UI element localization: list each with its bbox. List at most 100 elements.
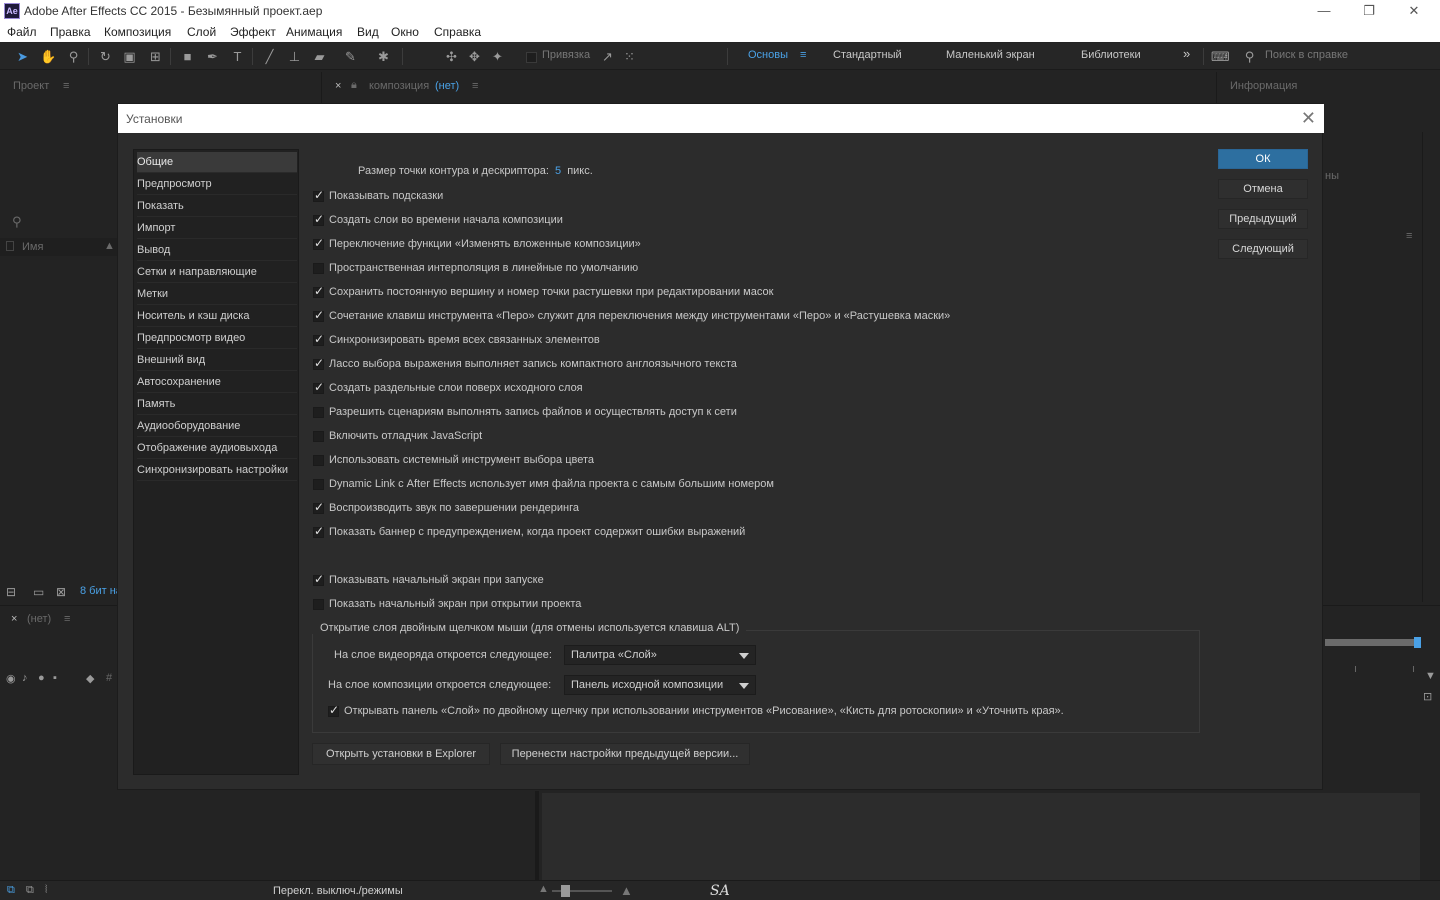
- zoom-in-icon[interactable]: ▲: [620, 883, 633, 898]
- solo-icon[interactable]: ●: [38, 672, 45, 684]
- interpret-footage-icon[interactable]: ⊟: [6, 585, 16, 599]
- world-axis-icon[interactable]: ✥: [467, 49, 482, 64]
- option-row[interactable]: Синхронизировать время всех связанных эл…: [313, 332, 1193, 352]
- category-item[interactable]: Память: [137, 394, 297, 415]
- close-timeline-tab-icon[interactable]: ×: [11, 613, 17, 625]
- option-checkbox[interactable]: [313, 263, 324, 274]
- time-navigator-end-handle[interactable]: [1414, 637, 1421, 648]
- open-prefs-explorer-button[interactable]: Открыть установки в Explorer: [312, 743, 490, 765]
- option-row[interactable]: Лассо выбора выражения выполняет запись …: [313, 356, 1193, 376]
- previous-button[interactable]: Предыдущий: [1218, 209, 1308, 229]
- category-item[interactable]: Общие: [137, 152, 297, 173]
- label-tag-icon[interactable]: ◆: [86, 672, 94, 685]
- option-row[interactable]: Создать раздельные слои поверх исходного…: [313, 380, 1193, 400]
- option-checkbox[interactable]: [313, 500, 324, 514]
- sort-asc-icon[interactable]: ▲: [104, 240, 115, 252]
- minimize-button[interactable]: —: [1310, 2, 1338, 20]
- option-row[interactable]: Показать начальный экран при открытии пр…: [313, 596, 1193, 616]
- menu-animation[interactable]: Анимация: [286, 25, 342, 39]
- name-column-header[interactable]: Имя: [22, 241, 43, 253]
- project-panel-menu-icon[interactable]: ≡: [63, 80, 69, 92]
- option-checkbox[interactable]: [313, 479, 324, 490]
- option-row[interactable]: Показать баннер с предупреждением, когда…: [313, 524, 1193, 544]
- option-checkbox[interactable]: [313, 356, 324, 370]
- close-comp-tab-icon[interactable]: ×: [335, 80, 341, 92]
- menu-composition[interactable]: Композиция: [104, 25, 171, 39]
- comp-panel-menu-icon[interactable]: ≡: [472, 80, 478, 92]
- category-item[interactable]: Отображение аудиовыхода: [137, 438, 297, 459]
- workspace-essentials[interactable]: Основы: [748, 49, 788, 61]
- menu-edit[interactable]: Правка: [50, 25, 91, 39]
- text-tool-icon[interactable]: T: [230, 49, 245, 64]
- composition-tab-label[interactable]: композиция: [369, 80, 429, 92]
- option-checkbox[interactable]: [313, 188, 324, 202]
- option-row[interactable]: Воспроизводить звук по завершении рендер…: [313, 500, 1193, 520]
- option-row[interactable]: Сочетание клавиш инструмента «Перо» служ…: [313, 308, 1193, 328]
- category-item[interactable]: Показать: [137, 196, 297, 217]
- time-navigator-bar[interactable]: [1325, 639, 1418, 646]
- eraser-tool-icon[interactable]: ▰: [312, 49, 327, 64]
- option-checkbox[interactable]: [313, 572, 324, 586]
- option-row[interactable]: Разрешить сценариям выполнять запись фай…: [313, 404, 1193, 424]
- option-row[interactable]: Создать слои во времени начала композици…: [313, 212, 1193, 232]
- bit-depth-label[interactable]: 8 бит на: [80, 585, 122, 597]
- workspace-menu-icon[interactable]: ≡: [800, 49, 806, 61]
- workspace-standard[interactable]: Стандартный: [833, 49, 902, 61]
- snap-checkbox[interactable]: [526, 52, 537, 63]
- rectangle-tool-icon[interactable]: ■: [180, 49, 195, 64]
- keyboard-icon[interactable]: ⌨: [1211, 49, 1230, 64]
- option-row[interactable]: Переключение функции «Изменять вложенные…: [313, 236, 1193, 256]
- option-checkbox[interactable]: [313, 284, 324, 298]
- video-layer-select[interactable]: Палитра «Слой»: [564, 645, 756, 665]
- zoom-tool-icon[interactable]: ⚲: [66, 49, 81, 64]
- menu-effect[interactable]: Эффект: [230, 25, 276, 39]
- right-panel-menu-icon[interactable]: ≡: [1406, 230, 1412, 242]
- category-item[interactable]: Носитель и кэш диска: [137, 306, 297, 327]
- option-checkbox[interactable]: [313, 599, 324, 610]
- rotation-tool-icon[interactable]: ↻: [98, 49, 113, 64]
- snap-options-icon[interactable]: ↗: [600, 49, 615, 64]
- paint-tools-option[interactable]: Открывать панель «Слой» по двойному щелч…: [328, 703, 1188, 723]
- toggle-switches-modes[interactable]: Перекл. выключ./режимы: [273, 885, 403, 897]
- menu-view[interactable]: Вид: [357, 25, 379, 39]
- in-out-icon[interactable]: ⦚: [45, 884, 47, 897]
- project-panel-title[interactable]: Проект: [13, 80, 49, 92]
- category-item[interactable]: Предпросмотр видео: [137, 328, 297, 349]
- roto-brush-tool-icon[interactable]: ✎: [343, 49, 358, 64]
- category-item[interactable]: Сетки и направляющие: [137, 262, 297, 283]
- help-search-input[interactable]: Поиск в справке: [1265, 49, 1348, 61]
- option-checkbox[interactable]: [313, 455, 324, 466]
- option-row[interactable]: Использовать системный инструмент выбора…: [313, 452, 1193, 472]
- layer-switches-icon[interactable]: ⧉: [7, 884, 15, 897]
- category-item[interactable]: Метки: [137, 284, 297, 305]
- category-item[interactable]: Вывод: [137, 240, 297, 261]
- menu-layer[interactable]: Слой: [187, 25, 216, 39]
- paint-tools-checkbox[interactable]: [328, 703, 339, 717]
- snap-grid-icon[interactable]: ⁙: [622, 49, 637, 64]
- category-item[interactable]: Синхронизировать настройки: [137, 460, 297, 481]
- workspace-small-screen[interactable]: Маленький экран: [946, 49, 1035, 61]
- close-dialog-icon[interactable]: ✕: [1301, 108, 1316, 129]
- next-button[interactable]: Следующий: [1218, 239, 1308, 259]
- option-checkbox[interactable]: [313, 407, 324, 418]
- option-row[interactable]: Показывать начальный экран при запуске: [313, 572, 1193, 592]
- info-panel-title[interactable]: Информация: [1230, 80, 1297, 92]
- option-checkbox[interactable]: [313, 212, 324, 226]
- option-row[interactable]: Сохранить постоянную вершину и номер точ…: [313, 284, 1193, 304]
- local-axis-icon[interactable]: ✣: [444, 49, 459, 64]
- option-checkbox[interactable]: [313, 308, 324, 322]
- option-checkbox[interactable]: [313, 380, 324, 394]
- menu-help[interactable]: Справка: [434, 25, 481, 39]
- puppet-pin-tool-icon[interactable]: ✱: [376, 49, 391, 64]
- zoom-out-icon[interactable]: ▲: [538, 883, 549, 895]
- restore-button[interactable]: ❐: [1355, 2, 1383, 20]
- audio-icon[interactable]: ♪: [22, 672, 28, 684]
- category-item[interactable]: Импорт: [137, 218, 297, 239]
- menu-window[interactable]: Окно: [391, 25, 419, 39]
- project-search-icon[interactable]: ⚲: [12, 214, 22, 230]
- migrate-settings-button[interactable]: Перенести настройки предыдущей версии...: [500, 743, 750, 765]
- category-item[interactable]: Автосохранение: [137, 372, 297, 393]
- pan-behind-tool-icon[interactable]: ⊞: [148, 49, 163, 64]
- option-row[interactable]: Показывать подсказки: [313, 188, 1193, 208]
- zoom-slider-icon[interactable]: ▼: [1425, 670, 1436, 682]
